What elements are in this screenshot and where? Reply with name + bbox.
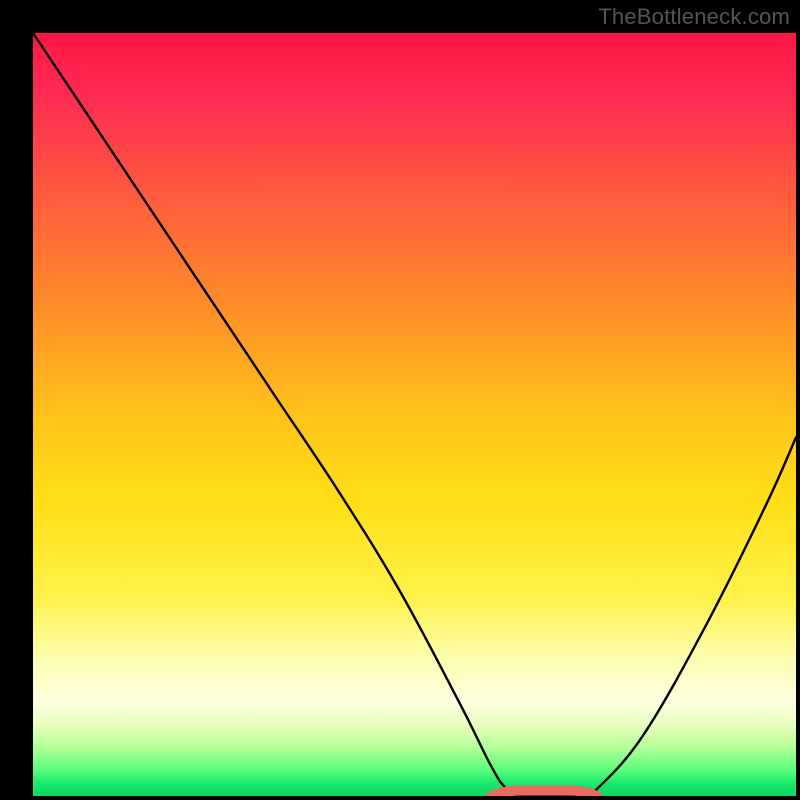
bottleneck-chart [0, 0, 800, 800]
gradient-background [33, 33, 796, 796]
watermark-text: TheBottleneck.com [598, 4, 790, 30]
chart-frame: TheBottleneck.com [0, 0, 800, 800]
